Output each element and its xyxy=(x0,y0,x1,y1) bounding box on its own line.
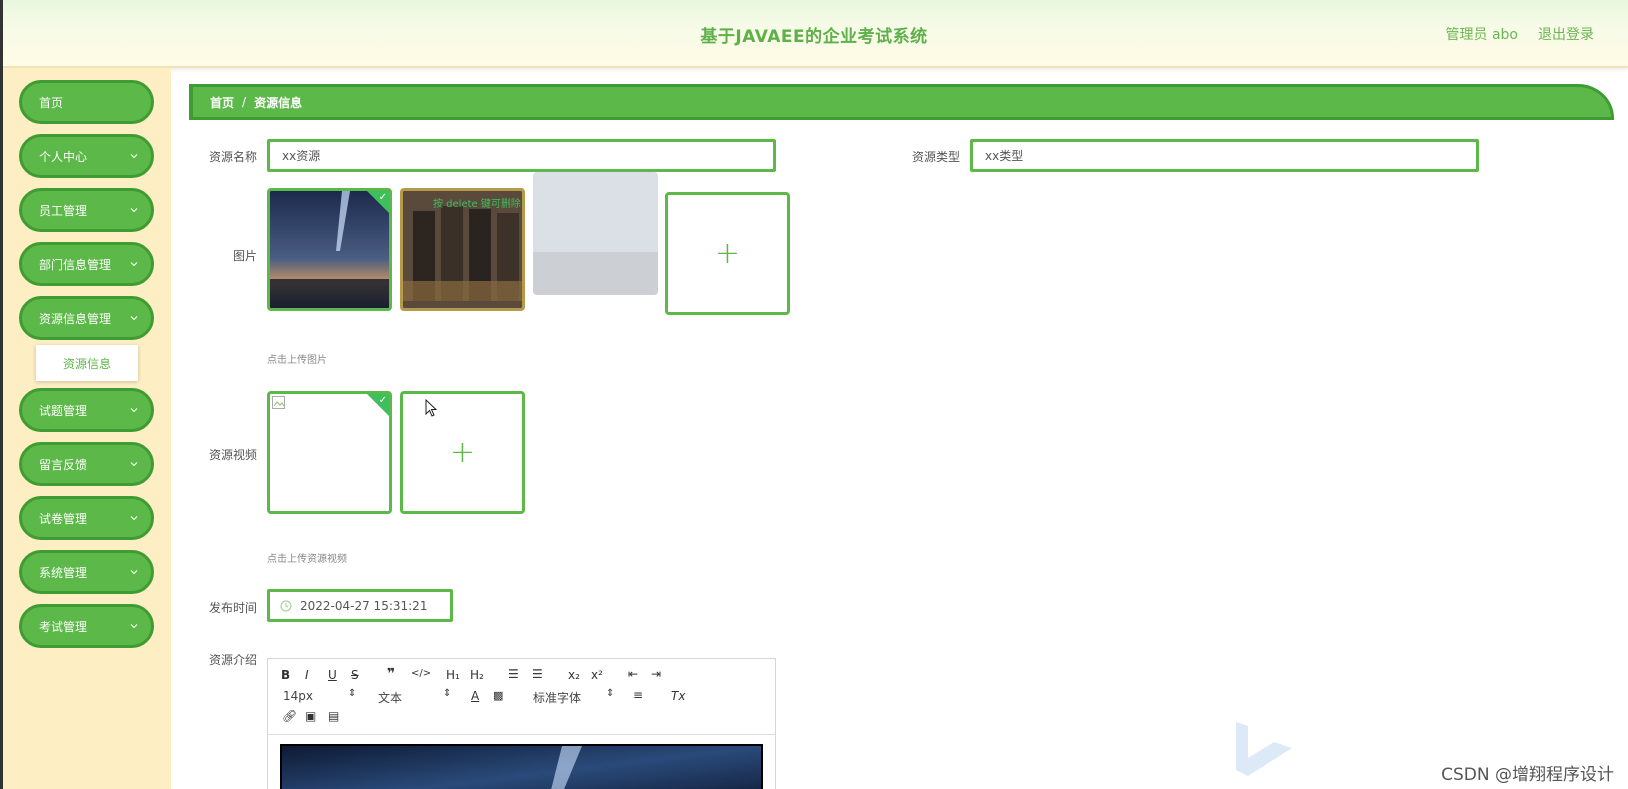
chevron-down-icon xyxy=(130,570,138,575)
sidebar-item[interactable]: 试卷管理 xyxy=(19,496,154,540)
font-family-select[interactable]: 标准字体 xyxy=(533,689,581,706)
video-upload-button[interactable]: + xyxy=(400,391,525,514)
sidebar-item[interactable]: 系统管理 xyxy=(19,550,154,594)
chevron-down-icon xyxy=(130,516,138,521)
superscript-icon[interactable]: x² xyxy=(591,668,603,682)
rich-text-editor: B I U S ❞ </> H₁ H₂ ☰ ☰ x₂ x² ⇤ ⇥ 14px ⇕… xyxy=(267,658,776,789)
editor-night-sky-image xyxy=(282,746,761,789)
sidebar-item[interactable]: 试题管理 xyxy=(19,388,154,432)
code-icon[interactable]: </> xyxy=(411,668,431,679)
chevron-down-icon xyxy=(130,154,138,159)
chevron-down-icon xyxy=(130,262,138,267)
image-upload-button[interactable]: + xyxy=(665,192,790,315)
app-title: 基于JAVAEE的企业考试系统 xyxy=(700,27,928,47)
sidebar-item[interactable]: 首页 xyxy=(19,80,154,124)
outdent-icon[interactable]: ⇤ xyxy=(628,667,638,681)
resource-name-label: 资源名称 xyxy=(208,150,257,164)
select-arrows-icon: ⇕ xyxy=(348,688,357,699)
resource-type-label: 资源类型 xyxy=(911,150,960,164)
video-upload-hint: 点击上传资源视频 xyxy=(267,554,347,565)
chevron-down-icon xyxy=(130,624,138,629)
align-icon[interactable]: ≡ xyxy=(633,688,643,702)
select-arrows-icon: ⇕ xyxy=(443,688,452,699)
font-color-icon[interactable]: A xyxy=(471,689,479,703)
video-icon[interactable]: ▤ xyxy=(328,709,339,723)
logout-link[interactable]: 退出登录 xyxy=(1538,24,1594,44)
top-header: 基于JAVAEE的企业考试系统 管理员 abo 退出登录 xyxy=(0,0,1628,68)
link-icon[interactable]: 🔗︎ xyxy=(282,709,297,723)
subscript-icon[interactable]: x₂ xyxy=(568,668,580,682)
broken-image-icon xyxy=(272,396,285,409)
sidebar-item-label: 资源信息管理 xyxy=(39,311,112,326)
check-icon: ✓ xyxy=(378,192,387,203)
sidebar-item-label: 系统管理 xyxy=(39,565,88,580)
uploaded-image-2[interactable]: 按 delete 键可删除 xyxy=(400,188,525,311)
submenu-item-resource-info[interactable]: 资源信息 xyxy=(36,345,138,381)
video-label: 资源视频 xyxy=(208,448,257,462)
current-user: 管理员 abo xyxy=(1445,27,1518,43)
sidebar-item-label: 员工管理 xyxy=(39,203,88,218)
breadcrumb-current: 资源信息 xyxy=(254,95,303,110)
sidebar-item[interactable]: 资源信息管理 xyxy=(19,296,154,340)
check-icon: ✓ xyxy=(378,395,387,406)
breadcrumb: 首页 / 资源信息 xyxy=(189,84,1614,120)
clear-format-icon[interactable]: Tx xyxy=(671,689,685,703)
publish-time-input[interactable]: 2022-04-27 15:31:21 xyxy=(267,589,453,622)
clock-icon xyxy=(280,600,292,611)
plus-icon: + xyxy=(449,434,476,470)
sidebar-item[interactable]: 部门信息管理 xyxy=(19,242,154,286)
window-edge xyxy=(0,68,3,789)
bullet-list-icon[interactable]: ☰ xyxy=(532,667,543,681)
resource-name-input[interactable]: xx资源 xyxy=(267,139,776,172)
sidebar-item-label: 试卷管理 xyxy=(39,511,88,526)
mouse-cursor-icon xyxy=(425,399,438,417)
image-icon[interactable]: ▣ xyxy=(305,709,316,723)
publish-time-value: 2022-04-27 15:31:21 xyxy=(300,598,428,613)
heading2-icon[interactable]: H₂ xyxy=(470,668,484,682)
sidebar-item[interactable]: 员工管理 xyxy=(19,188,154,232)
font-size-select[interactable]: 14px xyxy=(283,689,313,703)
publish-time-label: 发布时间 xyxy=(208,601,257,615)
background-logo-icon xyxy=(1236,722,1292,776)
plus-icon: + xyxy=(714,235,741,271)
intro-label: 资源介绍 xyxy=(208,653,257,667)
image-label: 图片 xyxy=(232,249,257,263)
editor-toolbar: B I U S ❞ </> H₁ H₂ ☰ ☰ x₂ x² ⇤ ⇥ 14px ⇕… xyxy=(268,659,775,735)
indent-icon[interactable]: ⇥ xyxy=(651,667,661,681)
background-color-icon[interactable]: ▩ xyxy=(493,689,503,702)
sidebar-item-label: 首页 xyxy=(39,95,64,110)
sidebar-item-label: 个人中心 xyxy=(39,149,88,164)
strike-icon[interactable]: S xyxy=(351,668,359,682)
italic-icon[interactable]: I xyxy=(305,668,309,682)
chevron-down-icon xyxy=(130,316,138,321)
uploaded-image-1[interactable]: ✓ xyxy=(267,188,392,311)
sidebar-item[interactable]: 个人中心 xyxy=(19,134,154,178)
breadcrumb-home[interactable]: 首页 xyxy=(210,94,234,111)
sidebar-item-label: 部门信息管理 xyxy=(39,257,112,272)
sidebar-item-label: 试题管理 xyxy=(39,403,88,418)
bold-icon[interactable]: B xyxy=(281,668,290,682)
sidebar-item-label: 留言反馈 xyxy=(39,457,88,472)
heading1-icon[interactable]: H₁ xyxy=(446,668,460,682)
chevron-down-icon xyxy=(130,408,138,413)
chevron-down-icon xyxy=(130,208,138,213)
uploaded-video[interactable]: ✓ xyxy=(267,391,392,514)
underline-icon[interactable]: U xyxy=(328,668,337,682)
dragging-image[interactable] xyxy=(533,172,658,295)
sidebar-item[interactable]: 留言反馈 xyxy=(19,442,154,486)
resource-type-input[interactable]: xx类型 xyxy=(970,139,1479,172)
chevron-down-icon xyxy=(130,462,138,467)
breadcrumb-separator: / xyxy=(242,95,247,109)
image-upload-hint: 点击上传图片 xyxy=(267,355,327,366)
faded-sky-image xyxy=(533,172,658,295)
editor-content-image[interactable] xyxy=(280,744,763,789)
blockquote-icon[interactable]: ❞ xyxy=(387,666,395,682)
select-arrows-icon: ⇕ xyxy=(606,688,615,699)
text-style-select[interactable]: 文本 xyxy=(378,689,402,706)
sidebar-item[interactable]: 考试管理 xyxy=(19,604,154,648)
ordered-list-icon[interactable]: ☰ xyxy=(508,667,519,681)
sidebar-item-label: 考试管理 xyxy=(39,619,88,634)
delete-hint-overlay: 按 delete 键可删除 xyxy=(433,199,521,210)
csdn-watermark: CSDN @增翔程序设计 xyxy=(1441,765,1614,785)
